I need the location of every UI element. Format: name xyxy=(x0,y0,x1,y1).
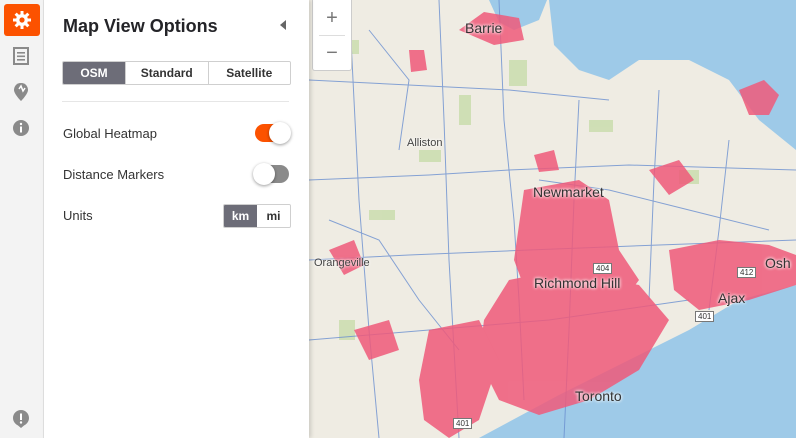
panel-divider xyxy=(62,101,289,102)
feedback-button[interactable] xyxy=(4,404,38,434)
distance-markers-toggle[interactable] xyxy=(253,163,289,185)
highway-shield-401: 401 xyxy=(695,311,715,322)
info-icon xyxy=(13,120,29,136)
map-tiles xyxy=(309,0,796,438)
units-label: Units xyxy=(63,208,93,223)
gear-icon xyxy=(13,11,31,29)
highway-shield-404: 404 xyxy=(593,263,613,274)
map-label-barrie: Barrie xyxy=(465,20,503,36)
highway-shield-412: 412 xyxy=(737,267,757,278)
highway-shield-401-west: 401 xyxy=(453,418,473,429)
collapse-panel-icon[interactable] xyxy=(280,20,286,30)
document-icon xyxy=(13,47,29,65)
feedback-icon xyxy=(13,410,29,428)
activities-button[interactable] xyxy=(4,41,38,71)
map-label-alliston: Alliston xyxy=(407,137,443,149)
map-label-newmarket: Newmarket xyxy=(533,184,604,200)
toggle-knob xyxy=(269,122,291,144)
units-km-button[interactable]: km xyxy=(224,205,257,227)
map-label-orangeville: Orangeville xyxy=(314,257,370,269)
map-canvas[interactable]: Barrie Alliston Newmarket Orangeville Ri… xyxy=(309,0,796,438)
map-type-satellite-button[interactable]: Satellite xyxy=(207,62,290,84)
global-heatmap-toggle[interactable] xyxy=(255,122,291,144)
icon-rail xyxy=(0,0,44,438)
route-icon xyxy=(14,83,28,101)
map-type-osm-button[interactable]: OSM xyxy=(63,62,125,84)
map-type-standard-button[interactable]: Standard xyxy=(125,62,208,84)
settings-button[interactable] xyxy=(4,4,40,36)
map-label-toronto: Toronto xyxy=(575,388,622,404)
info-button[interactable] xyxy=(4,113,38,143)
map-label-richmond-hill: Richmond Hill xyxy=(534,275,621,291)
routes-button[interactable] xyxy=(4,77,38,107)
panel-title: Map View Options xyxy=(63,16,218,36)
map-label-ajax: Ajax xyxy=(718,290,746,306)
toggle-knob xyxy=(253,163,275,185)
zoom-in-button[interactable]: + xyxy=(313,1,351,35)
map-label-oshawa: Osh xyxy=(765,255,791,271)
map-view-options-panel: Map View Options OSM Standard Satellite … xyxy=(44,0,309,438)
map-type-selector: OSM Standard Satellite xyxy=(62,61,291,85)
zoom-control: + − xyxy=(312,0,352,71)
units-selector: km mi xyxy=(223,204,291,228)
distance-markers-label: Distance Markers xyxy=(63,167,165,182)
global-heatmap-label: Global Heatmap xyxy=(63,126,157,141)
zoom-out-button[interactable]: − xyxy=(313,36,351,70)
units-mi-button[interactable]: mi xyxy=(257,205,290,227)
